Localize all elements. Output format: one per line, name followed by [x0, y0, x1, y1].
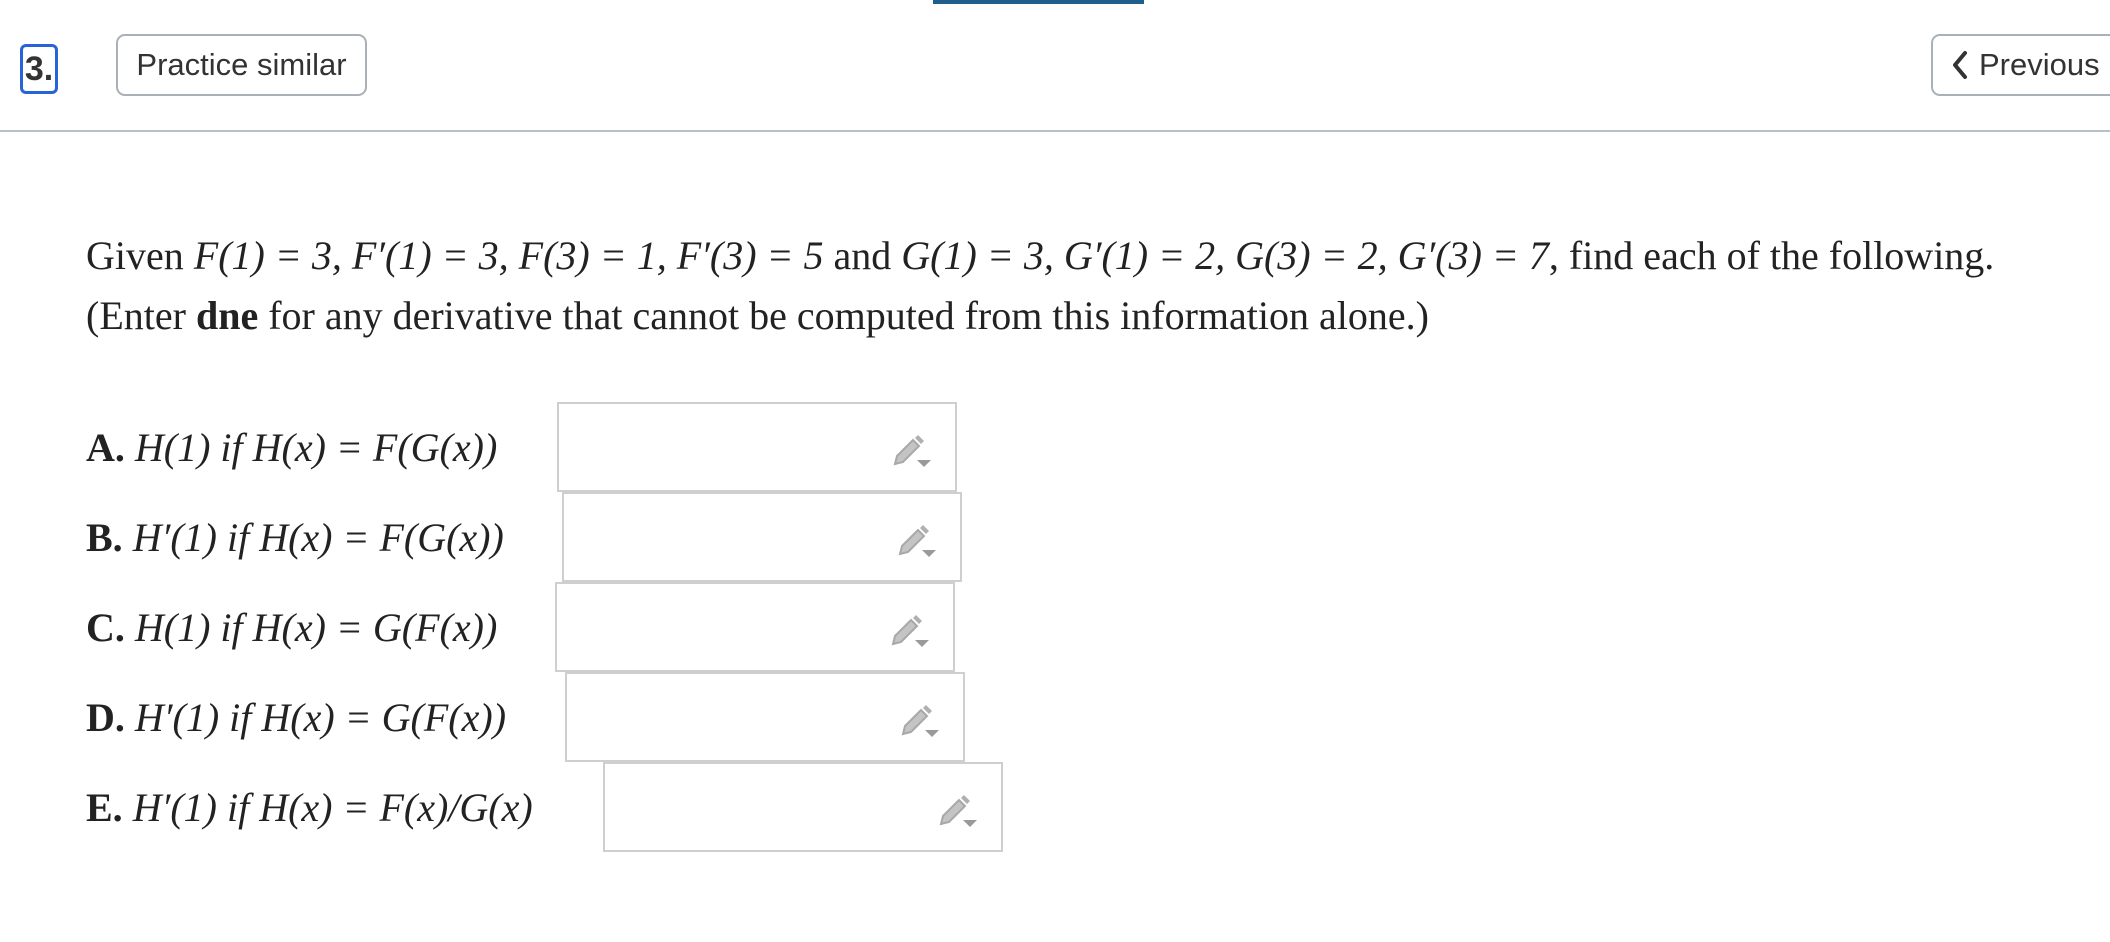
pencil-dropdown-icon[interactable]: [899, 700, 941, 738]
given-values-g: G(1) = 3, G′(1) = 2, G(3) = 2, G′(3) = 7: [901, 233, 1549, 278]
instruction-text: for any derivative that cannot be comput…: [258, 293, 1429, 338]
part-e: E. H′(1) if H(x) = F(x)/G(x): [86, 762, 533, 852]
problem-text: and: [823, 233, 902, 278]
part-letter: E.: [86, 784, 123, 830]
practice-similar-button[interactable]: Practice similar: [116, 34, 367, 96]
instruction-text: (Enter: [86, 293, 196, 338]
part-expression: H(1) if H(x) = F(G(x)): [134, 424, 498, 470]
previous-label: Previous: [1979, 47, 2100, 82]
part-b: B. H′(1) if H(x) = F(G(x)): [86, 492, 504, 582]
part-letter: B.: [86, 514, 123, 560]
chevron-left-icon: [1953, 51, 1967, 79]
pencil-dropdown-icon[interactable]: [889, 610, 931, 648]
answer-input-e[interactable]: [603, 762, 1003, 852]
part-letter: C.: [86, 604, 125, 650]
part-expression: H′(1) if H(x) = F(x)/G(x): [132, 784, 533, 830]
question-header: 3. Practice similar Previous: [0, 0, 2110, 132]
problem-statement: Given F(1) = 3, F′(1) = 3, F(3) = 1, F′(…: [86, 226, 2096, 346]
problem-text: Given: [86, 233, 194, 278]
dne-keyword: dne: [195, 293, 259, 338]
part-expression: H′(1) if H(x) = F(G(x)): [132, 514, 504, 560]
part-c: C. H(1) if H(x) = G(F(x)): [86, 582, 497, 672]
part-expression: H(1) if H(x) = G(F(x)): [134, 604, 498, 650]
answer-input-b[interactable]: [562, 492, 962, 582]
part-letter: D.: [86, 694, 125, 740]
pencil-dropdown-icon[interactable]: [891, 430, 933, 468]
answer-input-a[interactable]: [557, 402, 957, 492]
answer-input-c[interactable]: [555, 582, 955, 672]
question-number[interactable]: 3.: [20, 44, 58, 94]
part-a: A. H(1) if H(x) = F(G(x)): [86, 402, 497, 492]
part-d: D. H′(1) if H(x) = G(F(x)): [86, 672, 506, 762]
pencil-dropdown-icon[interactable]: [896, 520, 938, 558]
answer-input-d[interactable]: [565, 672, 965, 762]
given-values-f: F(1) = 3, F′(1) = 3, F(3) = 1, F′(3) = 5: [193, 233, 824, 278]
problem-line-1: Given F(1) = 3, F′(1) = 3, F(3) = 1, F′(…: [86, 226, 2096, 286]
previous-button[interactable]: Previous: [1931, 34, 2110, 96]
problem-line-2: (Enter dne for any derivative that canno…: [86, 286, 2096, 346]
problem-text: , find each of the following.: [1548, 233, 1995, 278]
part-letter: A.: [86, 424, 125, 470]
pencil-dropdown-icon[interactable]: [937, 790, 979, 828]
part-expression: H′(1) if H(x) = G(F(x)): [134, 694, 507, 740]
